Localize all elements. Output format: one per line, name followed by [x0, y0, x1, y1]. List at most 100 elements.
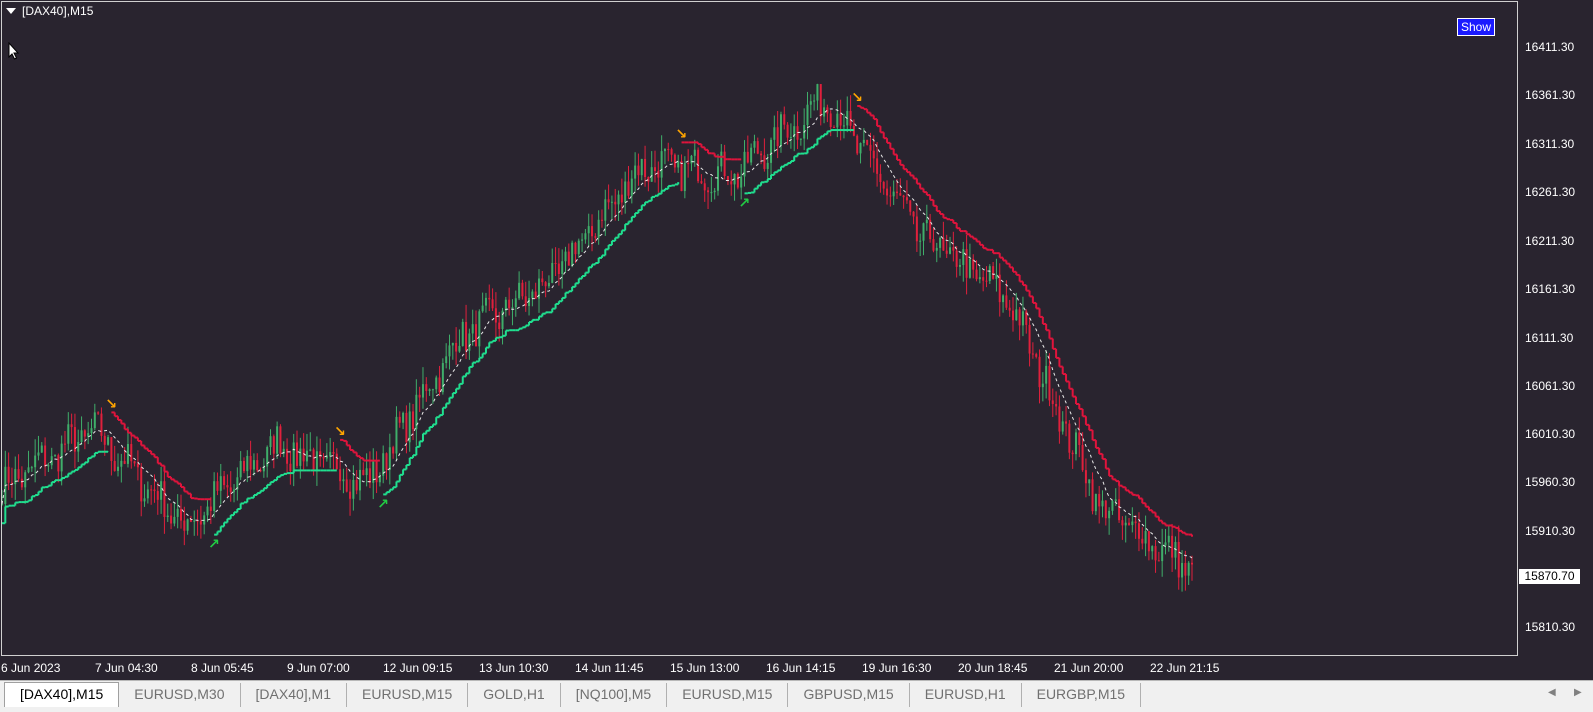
bear-candle-body [1028, 324, 1031, 354]
bear-candle-body [654, 167, 657, 171]
bull-candle-body [836, 113, 839, 128]
bear-candle-body [554, 262, 557, 264]
bull-candle-body [988, 266, 991, 282]
bear-candle-body [819, 84, 822, 117]
bear-candle-body [1048, 365, 1051, 401]
bull-candle-body [325, 456, 328, 459]
bear-candle-body [1147, 531, 1150, 552]
bull-candle-body [276, 426, 279, 454]
bear-candle-body [1071, 452, 1074, 455]
chart-tab[interactable]: EURUSD,H1 [910, 683, 1022, 707]
bear-candle-body [70, 424, 73, 428]
bull-candle-body [663, 149, 666, 152]
chart-tab[interactable]: EURUSD,M15 [667, 683, 789, 707]
bull-candle-body [468, 333, 471, 351]
bear-candle-body [355, 479, 358, 491]
bear-candle-body [156, 491, 159, 500]
chart-tab[interactable]: GBPUSD,M15 [788, 683, 910, 707]
bear-candle-body [113, 460, 116, 471]
bear-candle-body [591, 226, 594, 237]
bull-candle-body [571, 242, 574, 266]
bull-candle-body [471, 324, 474, 334]
bear-candle-body [1191, 562, 1193, 565]
bear-candle-body [736, 173, 739, 188]
chart-title[interactable]: [DAX40],M15 [6, 4, 93, 18]
bull-candle-body [252, 460, 255, 470]
bull-candle-body [186, 519, 189, 531]
bull-candle-body [40, 445, 43, 453]
bear-candle-body [229, 487, 232, 492]
time-tick-label: 22 Jun 21:15 [1150, 661, 1220, 675]
bear-candle-body [889, 195, 892, 197]
chart-tab[interactable]: [NQ100],M5 [561, 683, 668, 707]
bull-candle-body [650, 167, 653, 182]
bull-candle-body [995, 274, 998, 279]
bear-candle-body [488, 297, 491, 300]
chart-tab[interactable]: EURUSD,M30 [119, 683, 241, 707]
bear-candle-body [17, 469, 20, 479]
chart-tab[interactable]: [DAX40],M1 [241, 683, 347, 707]
chart-window[interactable]: ↘ ↗ ↘ ↗ ↘ ↗ ↘ [DAX40],M15 Show 16411.30 16361.3… [0, 0, 1593, 680]
bear-candle-body [557, 263, 560, 275]
bear-candle-body [637, 165, 640, 176]
bear-candle-body [614, 201, 617, 205]
bull-candle-body [750, 147, 753, 163]
bull-candle-body [949, 247, 952, 254]
bull-candle-body [292, 442, 295, 472]
scroll-left-icon[interactable]: ◀ [1548, 687, 1556, 698]
bull-candle-body [441, 363, 444, 393]
bear-candle-body [302, 448, 305, 462]
bull-candle-body [677, 161, 680, 168]
chart-tab[interactable]: EURUSD,M15 [347, 683, 469, 707]
bull-candle-body [919, 240, 922, 242]
chevron-down-icon[interactable] [6, 8, 16, 14]
bull-candle-body [925, 219, 928, 224]
bear-candle-body [1065, 421, 1068, 424]
bear-candle-body [1078, 432, 1081, 445]
buy-arrow-icon: ↗ [208, 537, 220, 553]
bear-candle-body [849, 110, 852, 126]
bull-candle-body [587, 226, 590, 234]
bull-candle-body [610, 201, 613, 203]
bear-candle-body [1008, 307, 1011, 311]
bear-candle-body [136, 463, 139, 468]
scroll-right-icon[interactable]: ▶ [1574, 687, 1582, 698]
price-tick-label: 16111.30 [1525, 331, 1574, 345]
bull-candle-body [806, 104, 809, 125]
show-button[interactable]: Show [1457, 18, 1495, 36]
bear-candle-body [345, 479, 348, 492]
bull-candle-body [160, 481, 163, 500]
bear-candle-body [1134, 521, 1137, 524]
bear-candle-body [405, 412, 408, 443]
chart-tab[interactable]: GOLD,H1 [468, 683, 561, 707]
bear-candle-body [199, 520, 202, 525]
bear-candle-body [286, 448, 289, 464]
bear-candle-body [296, 442, 299, 466]
bull-candle-body [1041, 383, 1044, 388]
bull-candle-body [1111, 501, 1114, 511]
bear-candle-body [491, 299, 494, 309]
chart-tab[interactable]: EURGBP,M15 [1022, 683, 1142, 707]
bull-candle-body [461, 321, 464, 346]
cursor-arrow-icon [8, 42, 20, 60]
bull-candle-body [958, 264, 961, 267]
bear-candle-body [723, 151, 726, 177]
price-chart[interactable]: ↘ ↗ ↘ ↗ ↘ ↗ ↘ [0, 0, 1518, 657]
bull-candle-body [213, 481, 216, 511]
bear-candle-body [123, 460, 126, 464]
bear-candle-body [312, 449, 315, 471]
moving-average-line [1, 108, 1193, 559]
sell-arrow-icon: ↘ [676, 126, 688, 142]
bear-candle-body [322, 457, 325, 459]
time-tick-label: 9 Jun 07:00 [287, 661, 350, 675]
bull-candle-body [34, 455, 37, 468]
chart-tab[interactable]: [DAX40],M15 [4, 682, 120, 707]
chart-tab-bar: [DAX40],M15 EURUSD,M30 [DAX40],M1 EURUSD,M1… [0, 680, 1593, 712]
bear-candle-body [1005, 295, 1008, 308]
bull-candle-body [484, 297, 487, 306]
price-tick-label: 16311.30 [1525, 137, 1575, 151]
bear-candle-body [398, 416, 401, 423]
bear-candle-body [385, 453, 388, 470]
time-tick-label: 15 Jun 13:00 [670, 661, 740, 675]
bear-candle-body [179, 508, 182, 521]
